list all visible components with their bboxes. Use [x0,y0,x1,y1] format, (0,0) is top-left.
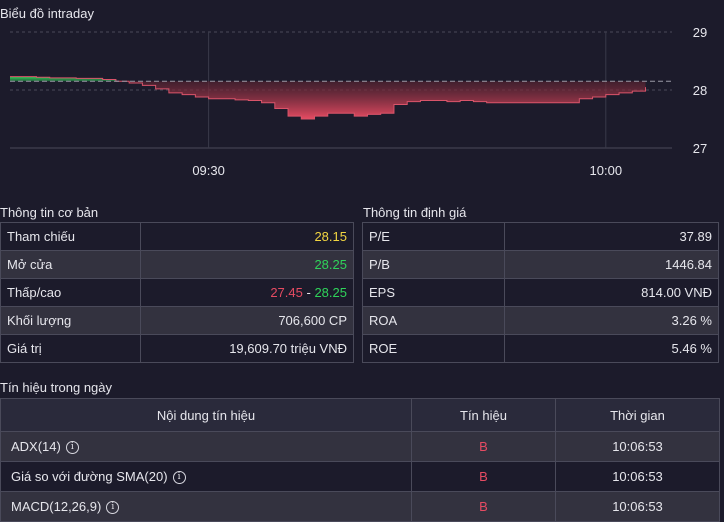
eps-label: EPS [362,278,505,307]
ref-label: Tham chiếu [0,222,141,251]
volume-value: 706,600 CP [140,306,354,335]
table-row: Thấp/cao 27.45 - 28.25 [0,278,354,307]
x-tick-label: 10:00 [590,163,623,178]
header-content: Nội dung tín hiệu [0,398,412,432]
signal-name: Giá so với đường SMA(20) i [0,461,412,492]
table-row: Mở cửa 28.25 [0,250,354,279]
table-row: Giá so với đường SMA(20) i B 10:06:53 [0,461,720,492]
table-row: P/E 37.89 [362,222,719,251]
signal-time: 10:06:53 [555,431,720,462]
basic-info-table: Tham chiếu 28.15 Mở cửa 28.25 Thấp/cao 2… [0,222,354,363]
eps-value: 814.00 VNĐ [504,278,719,307]
valuation-title: Thông tin định giá [363,205,467,220]
x-tick-label: 09:30 [192,163,225,178]
signal-name-text: Giá so với đường SMA(20) [11,468,168,484]
roa-value: 3.26 % [504,306,719,335]
y-tick-label: 29 [693,25,707,40]
signal-name: ADX(14) i [0,431,412,462]
volume-label: Khối lượng [0,306,141,335]
range-separator: - [306,285,311,300]
pe-label: P/E [362,222,505,251]
signal-name-text: MACD(12,26,9) [11,498,102,514]
valuation-table: P/E 37.89 P/B 1446.84 EPS 814.00 VNĐ ROA… [362,222,719,363]
y-tick-label: 28 [693,83,707,98]
chart-title: Biểu đồ intraday [0,6,94,21]
price-area [10,76,672,120]
table-row: EPS 814.00 VNĐ [362,278,719,307]
info-icon[interactable]: i [65,441,79,455]
header-signal: Tín hiệu [411,398,556,432]
table-row: P/B 1446.84 [362,250,719,279]
signal-value: B [411,491,556,522]
open-label: Mở cửa [0,250,141,279]
range-value: 27.45 - 28.25 [140,278,354,307]
info-icon[interactable]: i [106,501,120,515]
pe-value: 37.89 [504,222,719,251]
info-icon[interactable]: i [172,471,186,485]
roe-label: ROE [362,334,505,363]
intraday-chart: 29 28 27 09:30 10:00 [10,25,707,178]
signal-time: 10:06:53 [555,461,720,492]
signal-time: 10:06:53 [555,491,720,522]
pb-value: 1446.84 [504,250,719,279]
basic-info-title: Thông tin cơ bản [0,205,99,220]
value-value: 19,609.70 triệu VNĐ [140,334,354,363]
roa-label: ROA [362,306,505,335]
table-row: Tham chiếu 28.15 [0,222,354,251]
table-header: Nội dung tín hiệu Tín hiệu Thời gian [0,398,720,432]
signal-name: MACD(12,26,9) i [0,491,412,522]
table-row: MACD(12,26,9) i B 10:06:53 [0,491,720,522]
high-value: 28.25 [314,285,347,300]
table-row: ADX(14) i B 10:06:53 [0,431,720,462]
header-time: Thời gian [555,398,720,432]
roe-value: 5.46 % [504,334,719,363]
table-row: ROE 5.46 % [362,334,719,363]
range-label: Thấp/cao [0,278,141,307]
table-row: ROA 3.26 % [362,306,719,335]
table-row: Khối lượng 706,600 CP [0,306,354,335]
signals-title: Tín hiệu trong ngày [0,380,113,395]
pb-label: P/B [362,250,505,279]
signals-table: Nội dung tín hiệu Tín hiệu Thời gian ADX… [0,398,720,522]
signal-value: B [411,431,556,462]
table-row: Giá trị 19,609.70 triệu VNĐ [0,334,354,363]
value-label: Giá trị [0,334,141,363]
low-value: 27.45 [270,285,303,300]
y-tick-label: 27 [693,141,707,156]
signal-value: B [411,461,556,492]
ref-value: 28.15 [140,222,354,251]
signal-name-text: ADX(14) [11,438,61,454]
open-value: 28.25 [140,250,354,279]
